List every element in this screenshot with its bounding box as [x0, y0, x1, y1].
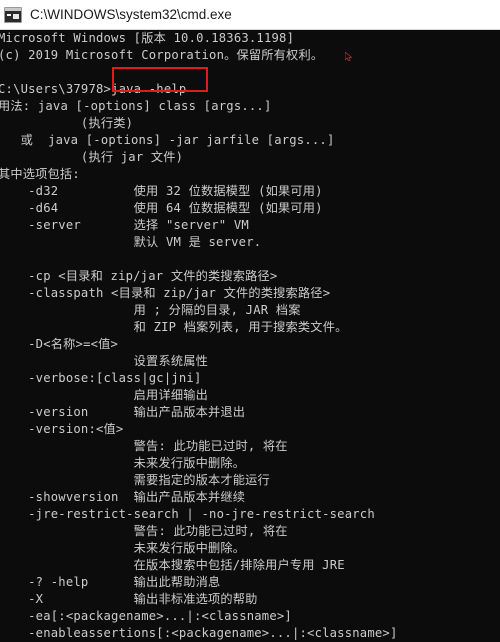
console-line: 未来发行版中删除。 [0, 541, 246, 555]
console-line: 在版本搜索中包括/排除用户专用 JRE [0, 558, 345, 572]
console-line: (执行 jar 文件) [0, 150, 184, 164]
title-bar[interactable]: C:\WINDOWS\system32\cmd.exe [0, 0, 500, 30]
console-line: -jre-restrict-search | -no-jre-restrict-… [0, 507, 375, 521]
console-line: C:\Users\37978>java -help [0, 82, 187, 96]
console-line: -d64 使用 64 位数据模型 (如果可用) [0, 201, 323, 215]
console-line: 警告: 此功能已过时, 将在 [0, 439, 288, 453]
console-line: -enableassertions[:<packagename>...|:<cl… [0, 626, 398, 640]
console-line: -showversion 输出产品版本并继续 [0, 490, 246, 504]
console-line: 其中选项包括: [0, 167, 80, 181]
console-line: 设置系统属性 [0, 354, 208, 368]
console-line: 启用详细输出 [0, 388, 208, 402]
mouse-cursor-icon [345, 52, 353, 61]
console-line: 用法: java [-options] class [args...] [0, 99, 272, 113]
console-line: -d32 使用 32 位数据模型 (如果可用) [0, 184, 323, 198]
console-line: -? -help 输出此帮助消息 [0, 575, 221, 589]
console-line: -verbose:[class|gc|jni] [0, 371, 202, 385]
window-title: C:\WINDOWS\system32\cmd.exe [30, 7, 232, 22]
console-line: 和 ZIP 档案列表, 用于搜索类文件。 [0, 320, 348, 334]
console-text: Microsoft Windows [版本 10.0.18363.1198] (c… [0, 30, 405, 642]
console-line: -server 选择 "server" VM [0, 218, 249, 232]
cmd-icon-titlestrip [5, 7, 21, 11]
console-line: 用 ; 分隔的目录, JAR 档案 [0, 303, 301, 317]
console-line: -X 输出非标准选项的帮助 [0, 592, 258, 606]
console-line: -version 输出产品版本并退出 [0, 405, 246, 419]
console-line: 需要指定的版本才能运行 [0, 473, 270, 487]
console-line: -classpath <目录和 zip/jar 文件的类搜索路径> [0, 286, 331, 300]
console-line: Microsoft Windows [版本 10.0.18363.1198] [0, 31, 295, 45]
console-line: -D<名称>=<值> [0, 337, 119, 351]
cmd-window: C:\WINDOWS\system32\cmd.exe Microsoft Wi… [0, 0, 500, 642]
cmd-icon-prompt [7, 13, 11, 16]
console-line: -version:<值> [0, 422, 124, 436]
console-line: 默认 VM 是 server. [0, 235, 262, 249]
cmd-console-icon [4, 6, 22, 23]
console-line: 或 java [-options] -jar jarfile [args...] [0, 133, 335, 147]
console-line: 警告: 此功能已过时, 将在 [0, 524, 288, 538]
console-output-area[interactable]: Microsoft Windows [版本 10.0.18363.1198] (c… [0, 30, 500, 642]
console-line: -ea[:<packagename>...|:<classname>] [0, 609, 292, 623]
console-line: 未来发行版中删除。 [0, 456, 246, 470]
cmd-icon-cursor [13, 13, 19, 19]
console-line: (执行类) [0, 116, 134, 130]
console-line: -cp <目录和 zip/jar 文件的类搜索路径> [0, 269, 278, 283]
